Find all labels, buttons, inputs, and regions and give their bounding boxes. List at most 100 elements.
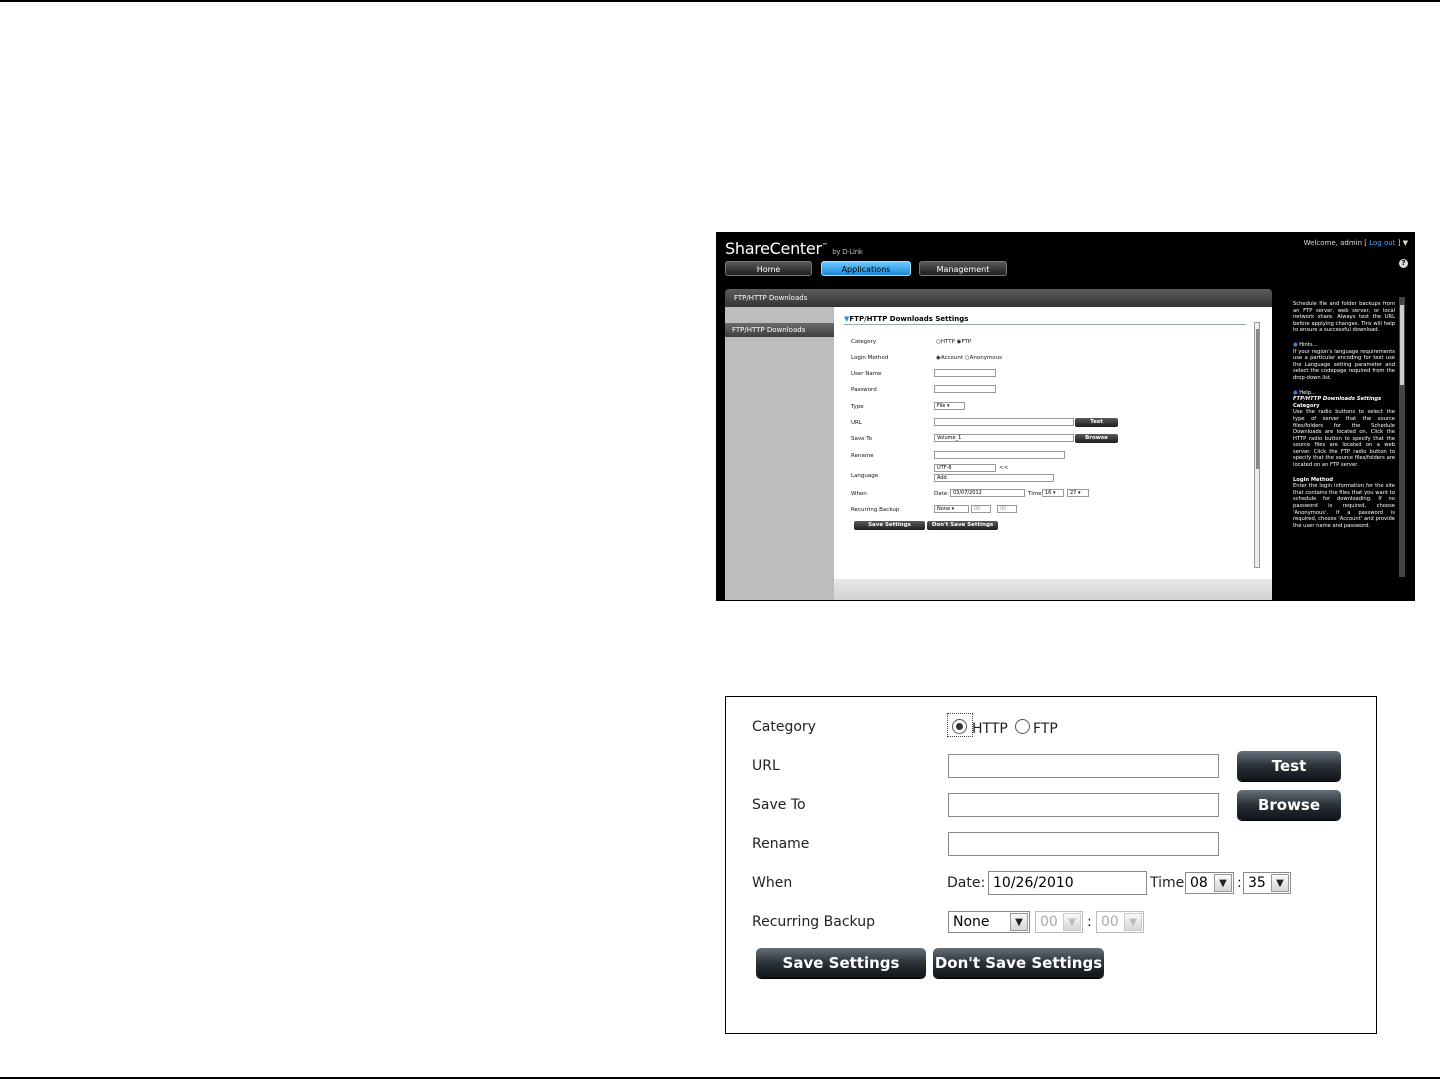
date-label: Date:: [947, 875, 986, 891]
time-hour-value: 16: [1045, 490, 1052, 496]
recurring-minute-select[interactable]: 00: [997, 505, 1017, 513]
recurring-value: None: [937, 506, 951, 512]
section-divider: [844, 324, 1246, 325]
content-scrollbar[interactable]: [1254, 322, 1260, 568]
help-icon[interactable]: ?: [1399, 259, 1408, 268]
radio-anonymous-label: Anonymous: [969, 355, 1003, 361]
browse-button[interactable]: Browse: [1075, 434, 1118, 443]
time-minute-select[interactable]: 35 ▼: [1243, 872, 1291, 894]
help-title: Help...: [1299, 389, 1316, 396]
rename-input[interactable]: [934, 451, 1065, 459]
save-to-input[interactable]: [948, 793, 1219, 817]
dont-save-settings-button[interactable]: Don't Save Settings: [933, 948, 1104, 978]
time-hour-select[interactable]: 16 ▾: [1042, 489, 1064, 497]
language-input[interactable]: UTF-8: [934, 464, 996, 472]
language-more-button[interactable]: <<: [999, 465, 1008, 471]
brand-name: ShareCenter: [725, 239, 822, 258]
type-select[interactable]: File ▾: [934, 402, 965, 410]
recurring-minute-value: 00: [1101, 914, 1119, 930]
save-to-input[interactable]: Volume_1: [934, 434, 1074, 442]
when-label: When: [851, 491, 867, 497]
recurring-time-separator: :: [1087, 914, 1092, 930]
recurring-backup-label: Recurring Backup: [752, 914, 875, 930]
account-menu-toggle[interactable]: ] ▼: [1398, 239, 1408, 247]
rename-input[interactable]: [948, 832, 1219, 856]
zoomed-settings-form: Category HTTP FTP URL Test Save To Brows…: [725, 696, 1377, 1034]
panel-title: FTP/HTTP Downloads: [725, 289, 1272, 307]
time-minute-select[interactable]: 27 ▾: [1067, 489, 1089, 497]
sharecenter-logo: ShareCenter™ by D-Link: [725, 239, 863, 258]
help-scrollbar[interactable]: [1399, 297, 1405, 577]
chevron-down-icon: ▼: [1124, 913, 1142, 931]
hints-bullet-icon: ●: [1293, 341, 1298, 348]
tab-applications[interactable]: Applications: [821, 261, 911, 276]
dont-save-settings-button[interactable]: Don't Save Settings: [927, 521, 998, 530]
help-login-text: Enter the login information for the site…: [1293, 483, 1395, 529]
recurring-select[interactable]: None ▾: [934, 505, 969, 513]
help-scrollbar-thumb[interactable]: [1400, 305, 1404, 385]
rename-label: Rename: [752, 836, 810, 852]
url-input[interactable]: [948, 754, 1219, 778]
content-scrollbar-thumb[interactable]: [1256, 329, 1259, 469]
chevron-down-icon: ▼: [1271, 874, 1289, 892]
left-nav-item-ftp-http[interactable]: FTP/HTTP Downloads: [725, 323, 834, 337]
date-input[interactable]: 10/26/2010: [988, 871, 1147, 895]
page-top-rule: [0, 0, 1440, 2]
login-method-label: Login Method: [851, 355, 889, 361]
category-label: Category: [851, 339, 877, 345]
save-to-label: Save To: [752, 797, 806, 813]
browse-button[interactable]: Browse: [1237, 790, 1341, 820]
section-title[interactable]: ▼FTP/HTTP Downloads Settings: [844, 315, 968, 323]
recurring-label: Recurring Backup: [851, 507, 900, 513]
time-separator: :: [1237, 875, 1242, 891]
url-label: URL: [752, 758, 780, 774]
date-input[interactable]: 03/07/2012: [950, 489, 1025, 497]
recurring-hour-select[interactable]: 00: [971, 505, 991, 513]
radio-http[interactable]: [952, 719, 967, 734]
left-nav: FTP/HTTP Downloads: [725, 307, 834, 600]
brand-tm: ™: [821, 242, 828, 250]
test-button[interactable]: Test: [1237, 751, 1341, 781]
tab-management[interactable]: Management: [919, 261, 1007, 276]
help-login-title: Login Method: [1293, 476, 1333, 483]
help-intro: Schedule file and folder backups from an…: [1293, 301, 1395, 334]
date-label: Date:: [934, 491, 949, 497]
url-input[interactable]: [934, 418, 1074, 426]
help-bullet-icon: ●: [1293, 389, 1298, 396]
language-add-value: Add: [937, 475, 947, 481]
password-input[interactable]: [934, 385, 996, 393]
tab-home[interactable]: Home: [725, 261, 812, 276]
recurring-hour-value: 00: [974, 506, 981, 512]
test-button[interactable]: Test: [1075, 418, 1118, 427]
hints-heading: ● Hints...: [1293, 342, 1395, 349]
category-radios: ○HTTP ◉FTP: [936, 339, 971, 345]
type-select-value: File: [937, 403, 946, 409]
time-hour-select[interactable]: 08 ▼: [1185, 872, 1234, 894]
content-bottom-strip: [834, 579, 1272, 600]
sharecenter-screenshot: ShareCenter™ by D-Link Welcome, admin [ …: [716, 232, 1415, 601]
radio-account-label: Account: [940, 355, 964, 361]
chevron-down-icon: ▼: [1063, 913, 1081, 931]
logout-link[interactable]: Log out: [1369, 239, 1395, 247]
hints-text: If your region's language requirements u…: [1293, 348, 1395, 381]
time-label: Time:: [1150, 875, 1189, 891]
language-add-select[interactable]: Add: [934, 474, 1054, 482]
time-minute-value: 27: [1070, 490, 1077, 496]
url-label: URL: [851, 420, 862, 426]
recurring-minute-select[interactable]: 00 ▼: [1096, 911, 1144, 933]
help-subtitle: FTP/HTTP Downloads Settings: [1293, 396, 1382, 403]
radio-ftp[interactable]: [1015, 719, 1030, 734]
recurring-select[interactable]: None ▼: [948, 911, 1030, 933]
help-pane: Schedule file and folder backups from an…: [1282, 289, 1405, 600]
save-settings-button[interactable]: Save Settings: [854, 521, 925, 530]
help-category-text: Use the radio buttons to select the type…: [1293, 409, 1395, 469]
when-label: When: [752, 875, 793, 891]
welcome-text: Welcome, admin [: [1303, 239, 1367, 247]
section-title-text: FTP/HTTP Downloads Settings: [849, 315, 969, 323]
user-name-input[interactable]: [934, 369, 996, 377]
hints-title: Hints...: [1299, 341, 1318, 348]
recurring-hour-select[interactable]: 00 ▼: [1035, 911, 1083, 933]
save-settings-button[interactable]: Save Settings: [756, 948, 926, 978]
settings-content: ▼FTP/HTTP Downloads Settings Category ○H…: [834, 307, 1272, 600]
brand-by: by D-Link: [832, 248, 863, 256]
